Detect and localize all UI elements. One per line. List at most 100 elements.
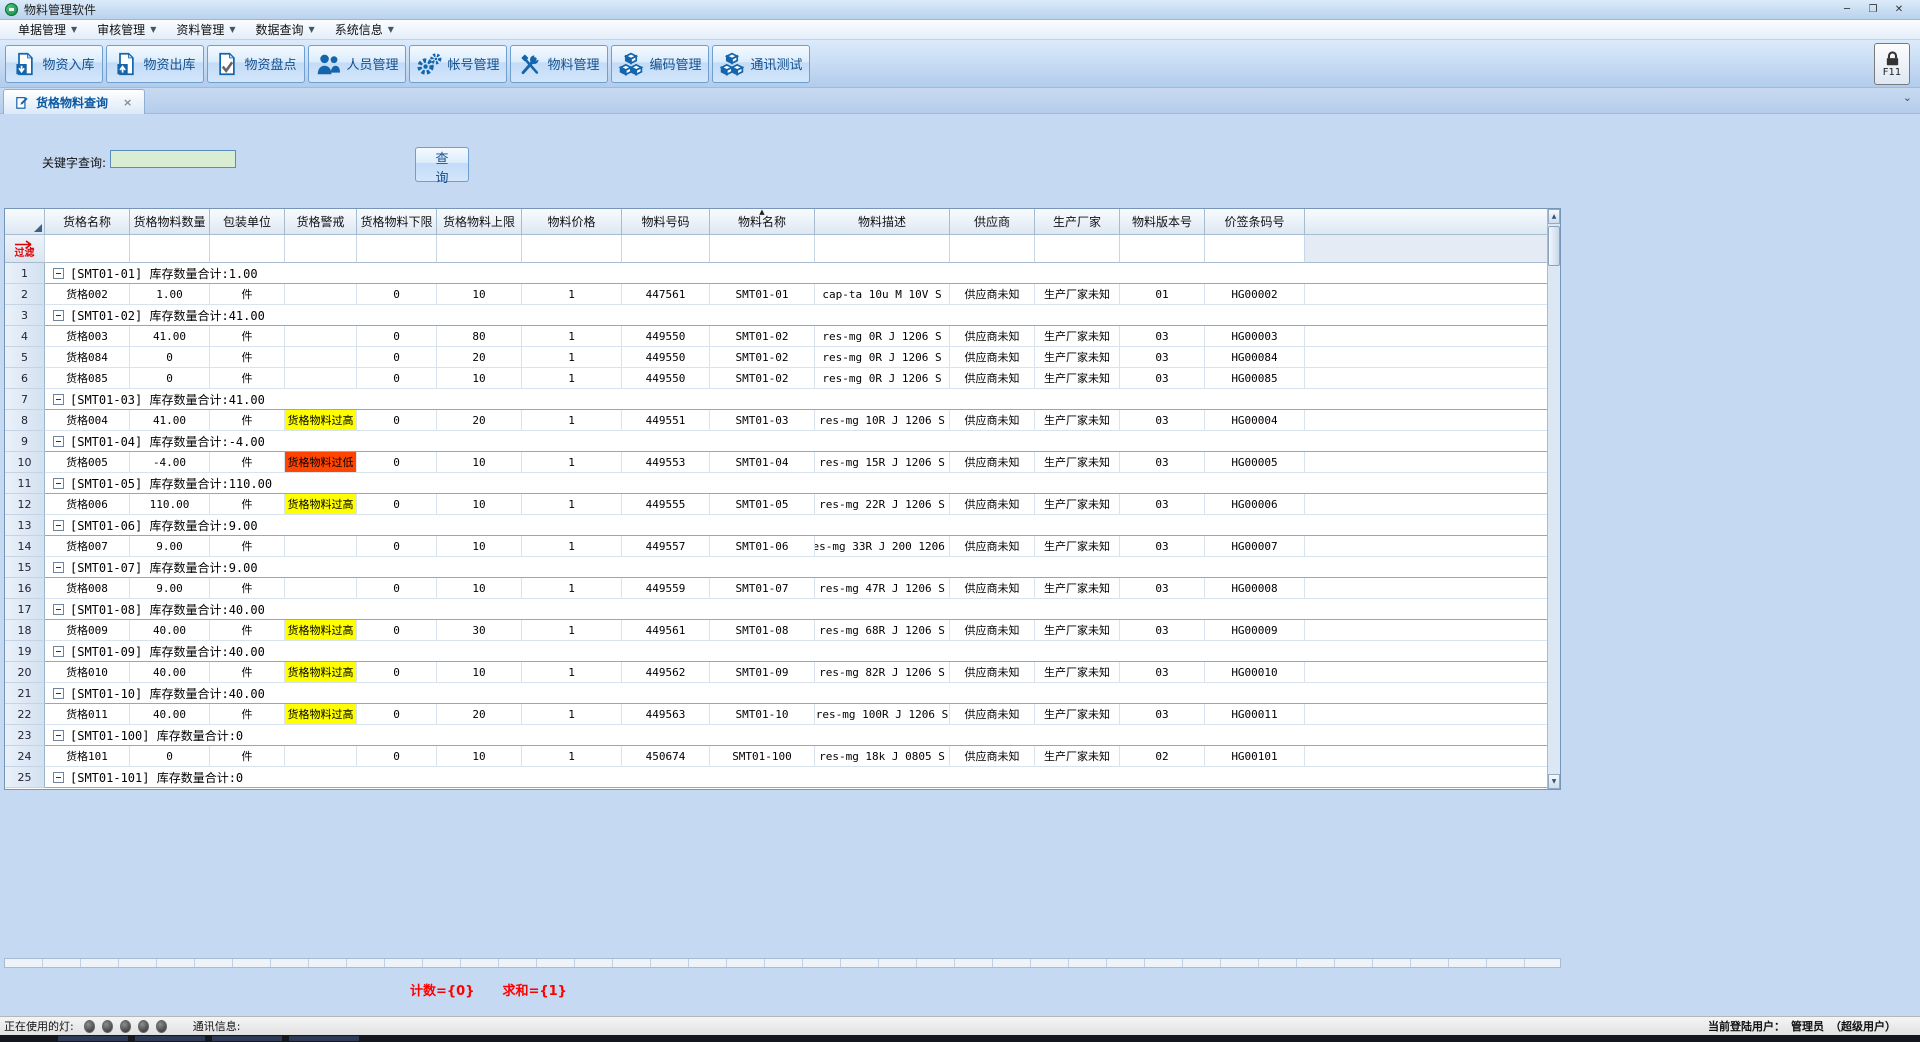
grid-cell[interactable]: 货格009 xyxy=(45,620,130,641)
grid-cell[interactable]: 02 xyxy=(1120,746,1205,767)
filter-cell-11[interactable] xyxy=(1035,235,1120,263)
grid-cell[interactable]: 80 xyxy=(437,326,522,347)
filter-cell-7[interactable] xyxy=(622,235,710,263)
row-number-cell[interactable]: 24 xyxy=(5,746,45,767)
grid-cell[interactable]: 0 xyxy=(357,536,437,557)
grid-cell[interactable]: 0 xyxy=(357,620,437,641)
column-header-5[interactable]: 货格物料上限 xyxy=(437,209,522,235)
grid-cell[interactable]: 生产厂家未知 xyxy=(1035,746,1120,767)
comm-test-button[interactable]: 通讯测试 xyxy=(712,45,810,83)
row-number-cell[interactable]: 8 xyxy=(5,410,45,431)
grid-cell[interactable]: SMT01-02 xyxy=(710,326,815,347)
grid-cell[interactable]: SMT01-06 xyxy=(710,536,815,557)
row-number-cell[interactable]: 12 xyxy=(5,494,45,515)
collapse-icon[interactable] xyxy=(53,436,64,447)
filter-cell-2[interactable] xyxy=(210,235,285,263)
grid-cell[interactable]: 449553 xyxy=(622,452,710,473)
grid-cell[interactable]: 449562 xyxy=(622,662,710,683)
grid-cell[interactable]: 生产厂家未知 xyxy=(1035,368,1120,389)
group-row-cell[interactable]: [SMT01-06] 库存数量合计:9.00 xyxy=(45,515,1560,536)
group-row-cell[interactable]: [SMT01-101] 库存数量合计:0 xyxy=(45,767,1560,788)
row-number-cell[interactable]: 4 xyxy=(5,326,45,347)
grid-cell[interactable]: 货格007 xyxy=(45,536,130,557)
grid-cell[interactable]: SMT01-08 xyxy=(710,620,815,641)
group-row-cell[interactable]: [SMT01-07] 库存数量合计:9.00 xyxy=(45,557,1560,578)
menu-item-data[interactable]: 资料管理▼ xyxy=(166,20,245,39)
grid-cell[interactable]: 生产厂家未知 xyxy=(1035,410,1120,431)
grid-cell[interactable]: 30 xyxy=(437,620,522,641)
status-light-icon[interactable] xyxy=(156,1020,167,1033)
grid-cell[interactable]: 10 xyxy=(437,536,522,557)
grid-cell[interactable]: 0 xyxy=(357,347,437,368)
grid-cell[interactable]: 货格010 xyxy=(45,662,130,683)
grid-cell[interactable]: cap-ta 10u M 10V S xyxy=(815,284,950,305)
grid-cell[interactable]: 0 xyxy=(130,368,210,389)
grid-cell[interactable]: -4.00 xyxy=(130,452,210,473)
grid-cell[interactable]: 货格011 xyxy=(45,704,130,725)
group-row-cell[interactable]: [SMT01-08] 库存数量合计:40.00 xyxy=(45,599,1560,620)
grid-cell[interactable]: 449550 xyxy=(622,326,710,347)
grid-cell[interactable]: res-mg 47R J 1206 S xyxy=(815,578,950,599)
grid-cell[interactable] xyxy=(285,578,357,599)
grid-cell[interactable]: 447561 xyxy=(622,284,710,305)
row-number-cell[interactable]: 10 xyxy=(5,452,45,473)
grid-cell[interactable]: 件 xyxy=(210,578,285,599)
grid-cell[interactable]: res-mg 22R J 1206 S xyxy=(815,494,950,515)
grid-cell[interactable]: 1 xyxy=(522,347,622,368)
row-number-cell[interactable]: 23 xyxy=(5,725,45,746)
grid-cell[interactable]: 20 xyxy=(437,347,522,368)
tab-overflow-chevron-icon[interactable]: ⌄ xyxy=(1903,91,1912,104)
grid-cell[interactable]: 供应商未知 xyxy=(950,536,1035,557)
grid-cell[interactable]: SMT01-05 xyxy=(710,494,815,515)
grid-cell[interactable]: 1 xyxy=(522,704,622,725)
grid-cell[interactable]: 03 xyxy=(1120,410,1205,431)
menu-item-query[interactable]: 数据查询▼ xyxy=(246,20,325,39)
grid-cell[interactable]: 0 xyxy=(357,662,437,683)
status-light-icon[interactable] xyxy=(120,1020,131,1033)
collapse-icon[interactable] xyxy=(53,688,64,699)
grid-cell[interactable]: SMT01-02 xyxy=(710,347,815,368)
grid-cell[interactable]: 生产厂家未知 xyxy=(1035,347,1120,368)
filter-cell-13[interactable] xyxy=(1205,235,1305,263)
scrollbar-thumb[interactable] xyxy=(1548,226,1560,266)
menu-item-system[interactable]: 系统信息▼ xyxy=(325,20,404,39)
grid-cell[interactable]: 449550 xyxy=(622,347,710,368)
material-out-button[interactable]: 物资出库 xyxy=(106,45,204,83)
group-row-cell[interactable]: [SMT01-09] 库存数量合计:40.00 xyxy=(45,641,1560,662)
grid-cell[interactable]: 449559 xyxy=(622,578,710,599)
grid-cell[interactable]: 03 xyxy=(1120,662,1205,683)
grid-cell[interactable]: HG00004 xyxy=(1205,410,1305,431)
grid-cell[interactable]: 供应商未知 xyxy=(950,347,1035,368)
grid-cell[interactable]: res-mg 18k J 0805 S xyxy=(815,746,950,767)
collapse-icon[interactable] xyxy=(53,646,64,657)
column-header-7[interactable]: 物料号码 xyxy=(622,209,710,235)
column-header-6[interactable]: 物料价格 xyxy=(522,209,622,235)
material-manage-button[interactable]: 物料管理 xyxy=(510,45,608,83)
grid-cell[interactable]: SMT01-01 xyxy=(710,284,815,305)
grid-cell[interactable]: SMT01-04 xyxy=(710,452,815,473)
grid-cell[interactable]: 10 xyxy=(437,284,522,305)
grid-cell[interactable]: 件 xyxy=(210,326,285,347)
grid-cell[interactable]: res-mg 0R J 1206 S xyxy=(815,326,950,347)
grid-cell[interactable]: 货格003 xyxy=(45,326,130,347)
grid-cell[interactable]: 1 xyxy=(522,536,622,557)
grid-cell[interactable]: 03 xyxy=(1120,452,1205,473)
grid-cell[interactable]: 件 xyxy=(210,704,285,725)
column-header-1[interactable]: 货格物料数量 xyxy=(130,209,210,235)
filter-cell-8[interactable] xyxy=(710,235,815,263)
row-number-cell[interactable]: 17 xyxy=(5,599,45,620)
grid-cell[interactable]: 供应商未知 xyxy=(950,452,1035,473)
grid-cell[interactable]: 03 xyxy=(1120,326,1205,347)
group-row-cell[interactable]: [SMT01-05] 库存数量合计:110.00 xyxy=(45,473,1560,494)
scroll-up-icon[interactable]: ▲ xyxy=(1548,209,1560,224)
group-row-cell[interactable]: [SMT01-04] 库存数量合计:-4.00 xyxy=(45,431,1560,452)
column-header-0[interactable]: 货格名称 xyxy=(45,209,130,235)
grid-cell[interactable]: HG00006 xyxy=(1205,494,1305,515)
grid-cell[interactable]: 货格005 xyxy=(45,452,130,473)
grid-cell[interactable]: HG00084 xyxy=(1205,347,1305,368)
grid-cell[interactable]: 0 xyxy=(357,284,437,305)
grid-cell[interactable]: 03 xyxy=(1120,620,1205,641)
filter-cell-12[interactable] xyxy=(1120,235,1205,263)
grid-cell[interactable]: 10 xyxy=(437,662,522,683)
scroll-down-icon[interactable]: ▼ xyxy=(1548,774,1560,789)
